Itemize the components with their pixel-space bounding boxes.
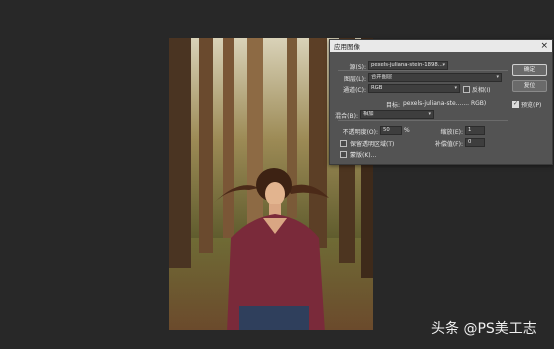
opacity-unit: % [404, 127, 410, 134]
blending-group-divider [338, 120, 508, 121]
scale-label: 缩放(E): [440, 129, 464, 136]
channel-select[interactable]: RGB ▾ [368, 84, 460, 93]
reset-button[interactable]: 复位 [512, 80, 547, 92]
mask-label[interactable]: 蒙版(K)... [350, 150, 376, 159]
scale-input[interactable]: 1 [465, 126, 485, 135]
ok-button[interactable]: 确定 [512, 64, 547, 76]
chevron-down-icon: ▾ [496, 74, 499, 80]
watermark-text: 头条 @PS美工志 [431, 321, 537, 337]
blending-select[interactable]: 相加 ▾ [360, 110, 434, 119]
chevron-down-icon: ▾ [454, 85, 457, 91]
chevron-down-icon: ▾ [428, 111, 431, 117]
dialog-title: 应用图像 [334, 43, 360, 51]
invert-checkbox[interactable] [463, 86, 470, 93]
source-select[interactable]: pexels-juliana-stein-1898... ▾ [368, 61, 448, 70]
opacity-label: 不透明度(O): [342, 129, 378, 136]
dialog-body: 源(S): pexels-juliana-stein-1898... ▾ 图层(… [330, 52, 552, 164]
blending-value: 相加 [363, 111, 374, 117]
dialog-titlebar: 应用图像 × [330, 40, 552, 52]
offset-input[interactable]: 0 [465, 138, 485, 147]
chevron-down-icon: ▾ [442, 62, 445, 68]
target-value: pexels-juliana-ste....... RGB) [403, 100, 487, 107]
channel-label: 通道(C): [343, 87, 366, 94]
invert-label: 反相(I) [472, 87, 491, 94]
opacity-input[interactable]: 50 [380, 126, 402, 135]
channel-value: RGB [371, 85, 383, 91]
layer-label: 图层(L): [343, 76, 366, 83]
preview-checkbox[interactable] [512, 100, 519, 108]
preview-label: 预览(P) [521, 102, 542, 109]
target-label: 目标: [385, 102, 400, 109]
apply-image-dialog: 应用图像 × 源(S): pexels-juliana-stein-1898..… [329, 39, 553, 165]
layer-select[interactable]: 合并图层 ▾ [368, 73, 502, 82]
preserve-transparency-label: 保留透明区域(T) [350, 141, 395, 148]
close-icon[interactable]: × [540, 41, 548, 51]
mask-checkbox[interactable] [340, 151, 347, 158]
blending-label: 混合(B): [335, 113, 358, 120]
preserve-transparency-checkbox[interactable] [340, 140, 347, 147]
layer-value: 合并图层 [371, 74, 393, 80]
offset-label: 补偿值(F): [434, 141, 463, 148]
source-value: pexels-juliana-stein-1898... [371, 62, 443, 68]
source-group-divider [338, 70, 508, 71]
